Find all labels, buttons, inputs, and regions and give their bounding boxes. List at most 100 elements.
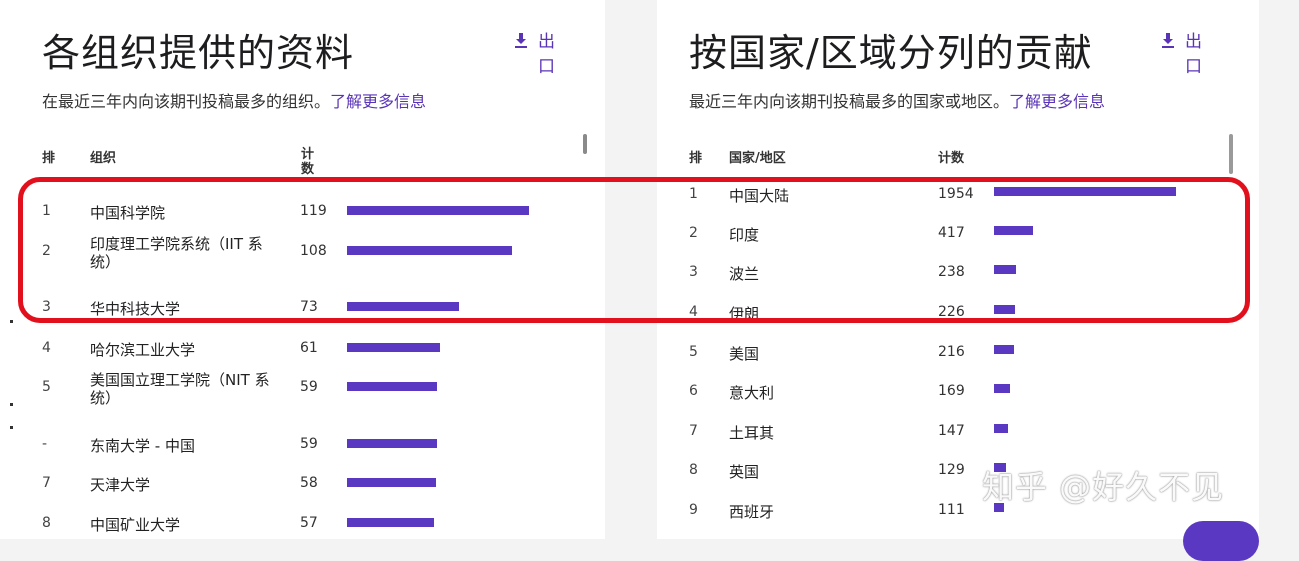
table-row[interactable]: 2 印度 417 bbox=[657, 225, 1259, 259]
row-count: 1954 bbox=[938, 186, 974, 202]
chat-button[interactable] bbox=[1183, 521, 1259, 561]
row-rank: 8 bbox=[42, 515, 51, 531]
table-row[interactable]: 6 意大利 169 bbox=[657, 383, 1259, 417]
row-count: 216 bbox=[938, 344, 965, 360]
row-rank: 2 bbox=[689, 225, 698, 241]
row-bar bbox=[994, 187, 1176, 196]
row-bar bbox=[347, 439, 437, 448]
row-count: 147 bbox=[938, 423, 965, 439]
row-count: 58 bbox=[300, 475, 318, 491]
export-label: 出口 bbox=[1185, 32, 1202, 77]
column-header-rank[interactable]: 排 bbox=[42, 147, 55, 166]
row-name: 波兰 bbox=[729, 265, 760, 283]
row-rank: 3 bbox=[42, 299, 51, 315]
row-name: 中国矿业大学 bbox=[90, 516, 181, 534]
table-row[interactable]: 7 天津大学 58 bbox=[0, 475, 605, 509]
row-count: 108 bbox=[300, 243, 327, 259]
row-bar bbox=[994, 226, 1033, 235]
row-rank: 1 bbox=[42, 203, 51, 219]
table-row[interactable]: 5 美国 216 bbox=[657, 344, 1259, 378]
row-name: 美国国立理工学院（NIT 系统） bbox=[90, 371, 270, 407]
row-rank: 8 bbox=[689, 462, 698, 478]
panel-title: 按国家/区域分列的贡献 bbox=[689, 31, 1093, 75]
row-count: 111 bbox=[938, 502, 965, 518]
column-header-rank[interactable]: 排 bbox=[689, 147, 702, 166]
download-icon bbox=[515, 33, 527, 48]
row-count: 59 bbox=[300, 436, 318, 452]
row-rank: 3 bbox=[689, 264, 698, 280]
table-row[interactable]: 8 中国矿业大学 57 bbox=[0, 515, 605, 539]
row-bar bbox=[994, 384, 1010, 393]
row-rank: 2 bbox=[42, 243, 51, 259]
row-rank: 4 bbox=[42, 340, 51, 356]
row-rank: 7 bbox=[689, 423, 698, 439]
row-name: 美国 bbox=[729, 345, 760, 363]
subtitle-text: 在最近三年内向该期刊投稿最多的组织。 bbox=[42, 92, 331, 111]
row-name: 中国科学院 bbox=[90, 204, 166, 222]
row-name: 哈尔滨工业大学 bbox=[90, 341, 196, 359]
row-count: 57 bbox=[300, 515, 318, 531]
table-row[interactable]: 4 哈尔滨工业大学 61 bbox=[0, 340, 605, 374]
row-bar bbox=[994, 305, 1015, 314]
table-row[interactable]: 2 印度理工学院系统（IIT 系统） 108 bbox=[0, 235, 605, 277]
row-rank: 6 bbox=[689, 383, 698, 399]
column-header-organization[interactable]: 组织 bbox=[90, 147, 116, 166]
edge-mark bbox=[10, 320, 13, 323]
row-name: 中国大陆 bbox=[729, 187, 790, 205]
table-row[interactable]: 7 土耳其 147 bbox=[657, 423, 1259, 457]
column-header-count[interactable]: 计数 bbox=[938, 147, 964, 166]
row-rank: 9 bbox=[689, 502, 698, 518]
row-bar bbox=[347, 343, 440, 352]
row-name: 西班牙 bbox=[729, 503, 775, 521]
row-count: 119 bbox=[300, 203, 327, 219]
row-count: 61 bbox=[300, 340, 318, 356]
subtitle-text: 最近三年内向该期刊投稿最多的国家或地区。 bbox=[689, 92, 1010, 111]
column-header-count[interactable]: 计数 bbox=[301, 147, 315, 177]
panel-subtitle: 在最近三年内向该期刊投稿最多的组织。了解更多信息 bbox=[42, 88, 426, 112]
download-icon bbox=[1162, 33, 1174, 48]
table-row[interactable]: 3 波兰 238 bbox=[657, 264, 1259, 298]
row-name: 伊朗 bbox=[729, 305, 760, 323]
row-bar bbox=[347, 382, 437, 391]
edge-mark bbox=[10, 426, 13, 429]
row-bar bbox=[347, 206, 529, 215]
country-contributions-panel: 按国家/区域分列的贡献 出口 最近三年内向该期刊投稿最多的国家或地区。了解更多信… bbox=[657, 0, 1259, 539]
row-name: 意大利 bbox=[729, 384, 775, 402]
watermark: 知乎 @好久不见 bbox=[982, 468, 1225, 506]
edge-mark bbox=[10, 403, 13, 406]
row-bar bbox=[347, 302, 459, 311]
row-name: 印度理工学院系统（IIT 系统） bbox=[90, 235, 263, 271]
row-rank: 7 bbox=[42, 475, 51, 491]
row-bar bbox=[994, 345, 1014, 354]
learn-more-link[interactable]: 了解更多信息 bbox=[1009, 92, 1105, 111]
scrollbar-thumb[interactable] bbox=[583, 134, 587, 154]
row-name: 印度 bbox=[729, 226, 760, 244]
row-name: 华中科技大学 bbox=[90, 300, 181, 318]
row-bar bbox=[994, 424, 1008, 433]
table-row[interactable]: - 东南大学 - 中国 59 bbox=[0, 436, 605, 470]
row-bar bbox=[347, 478, 436, 487]
row-bar bbox=[347, 518, 434, 527]
row-bar bbox=[347, 246, 512, 255]
table-row[interactable]: 5 美国国立理工学院（NIT 系统） 59 bbox=[0, 371, 605, 413]
table-row[interactable]: 3 华中科技大学 73 bbox=[0, 299, 605, 333]
row-rank: 4 bbox=[689, 304, 698, 320]
row-count: 129 bbox=[938, 462, 965, 478]
table-row[interactable]: 4 伊朗 226 bbox=[657, 304, 1259, 338]
panel-title: 各组织提供的资料 bbox=[42, 31, 355, 75]
column-header-country[interactable]: 国家/地区 bbox=[729, 147, 786, 166]
table-row[interactable]: 1 中国大陆 1954 bbox=[657, 186, 1259, 220]
learn-more-link[interactable]: 了解更多信息 bbox=[330, 92, 426, 111]
row-count: 169 bbox=[938, 383, 965, 399]
row-count: 73 bbox=[300, 299, 318, 315]
row-rank: 5 bbox=[42, 379, 51, 395]
row-name: 英国 bbox=[729, 463, 760, 481]
row-name: 天津大学 bbox=[90, 476, 151, 494]
row-count: 226 bbox=[938, 304, 965, 320]
table-row[interactable]: 1 中国科学院 119 bbox=[0, 203, 605, 237]
row-count: 238 bbox=[938, 264, 965, 280]
row-rank: - bbox=[42, 436, 48, 452]
row-rank: 5 bbox=[689, 344, 698, 360]
scrollbar-thumb[interactable] bbox=[1229, 134, 1233, 174]
organization-contributions-panel: 各组织提供的资料 出口 在最近三年内向该期刊投稿最多的组织。了解更多信息 排 组… bbox=[0, 0, 605, 539]
